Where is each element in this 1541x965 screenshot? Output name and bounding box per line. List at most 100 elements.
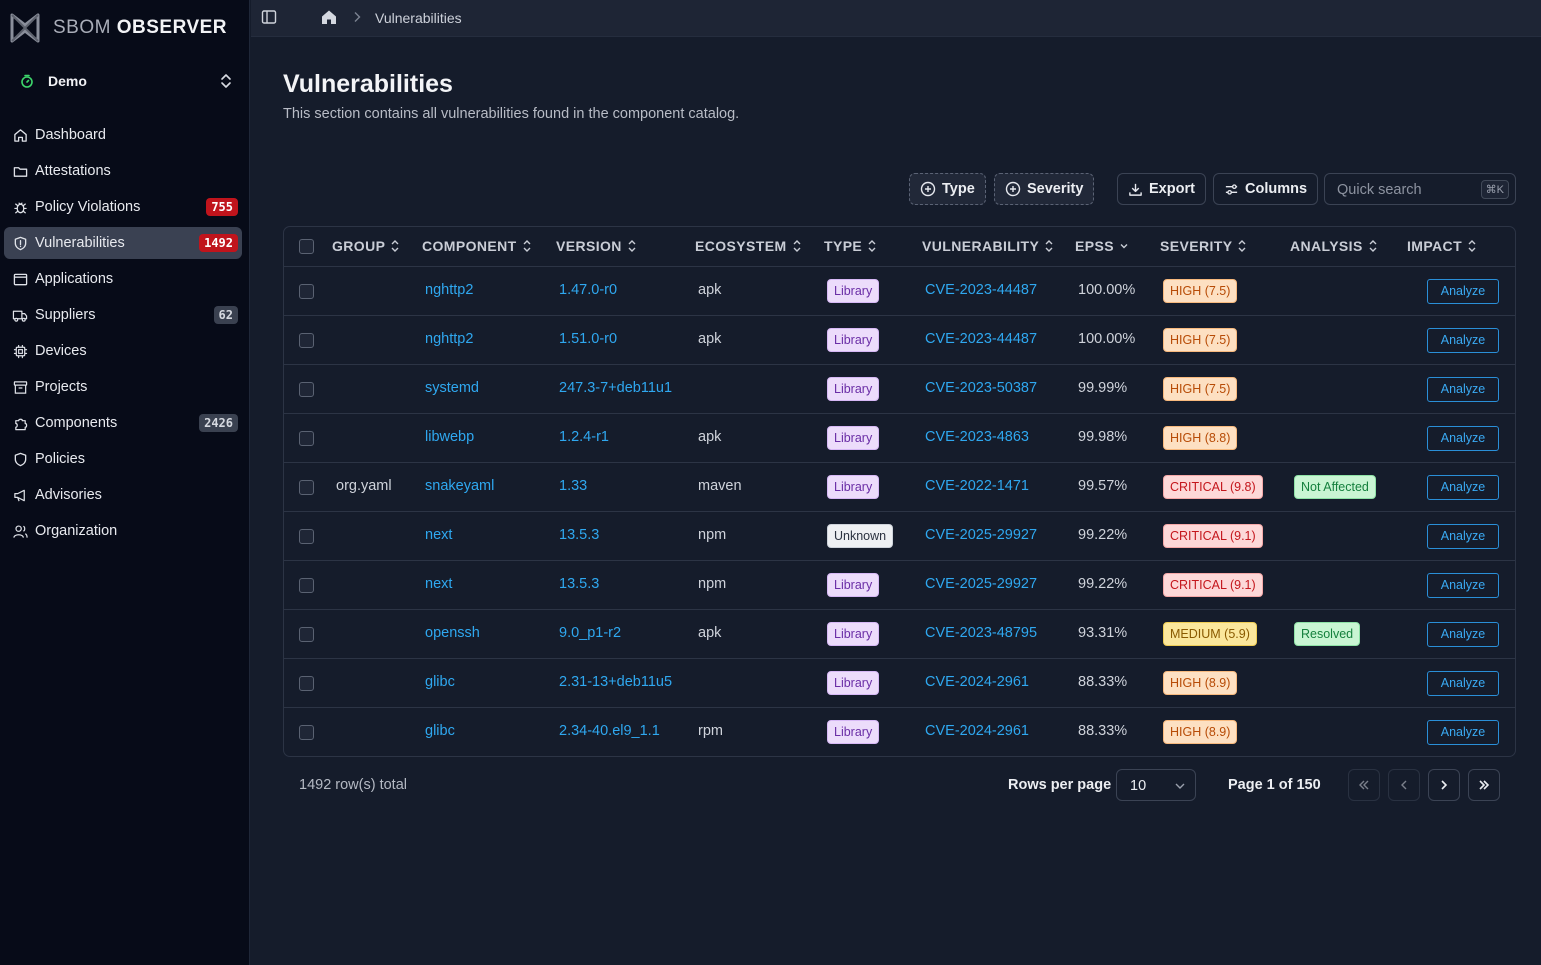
cell-vulnerability-link[interactable]: CVE-2025-29927: [925, 527, 1037, 543]
sidebar-item-components[interactable]: Components 2426: [4, 407, 242, 439]
export-button[interactable]: Export: [1117, 173, 1206, 205]
puzzle-icon: [12, 415, 28, 431]
row-select-checkbox[interactable]: [299, 627, 314, 642]
cell-vulnerability-link[interactable]: CVE-2023-44487: [925, 282, 1037, 298]
cell-vulnerability-link[interactable]: CVE-2023-50387: [925, 380, 1037, 396]
type-badge: Library: [827, 328, 880, 352]
row-select-checkbox[interactable]: [299, 382, 314, 397]
row-select-checkbox[interactable]: [299, 676, 314, 691]
cell-component-link[interactable]: glibc: [425, 674, 455, 690]
suppliers-count-badge: 62: [213, 306, 238, 324]
components-count-badge: 2426: [199, 414, 238, 432]
column-header-component[interactable]: COMPONENT: [422, 238, 532, 254]
type-badge: Library: [827, 279, 880, 303]
sidebar-item-vulnerabilities[interactable]: Vulnerabilities 1492: [4, 227, 242, 259]
cell-version-link[interactable]: 9.0_p1-r2: [559, 625, 621, 641]
cell-version-link[interactable]: 13.5.3: [559, 576, 599, 592]
type-filter-button[interactable]: Type: [909, 173, 986, 205]
analyze-button[interactable]: Analyze: [1427, 622, 1499, 647]
last-page-button[interactable]: [1468, 769, 1500, 801]
sort-icon: [1369, 240, 1377, 252]
column-header-analysis[interactable]: ANALYSIS: [1290, 238, 1378, 254]
cell-version-link[interactable]: 1.2.4-r1: [559, 429, 609, 445]
next-page-button[interactable]: [1428, 769, 1460, 801]
analyze-button[interactable]: Analyze: [1427, 426, 1499, 451]
sort-icon: [1468, 240, 1476, 252]
row-select-checkbox[interactable]: [299, 284, 314, 299]
severity-filter-button[interactable]: Severity: [994, 173, 1095, 205]
cell-version-link[interactable]: 247.3-7+deb11u1: [559, 380, 672, 396]
sidebar-item-dashboard[interactable]: Dashboard: [4, 119, 242, 151]
cell-vulnerability-link[interactable]: CVE-2025-29927: [925, 576, 1037, 592]
sidebar-item-policies[interactable]: Policies: [4, 443, 242, 475]
analyze-button[interactable]: Analyze: [1427, 328, 1499, 353]
cell-vulnerability-link[interactable]: CVE-2022-1471: [925, 478, 1029, 494]
quick-search-input[interactable]: Quick search ⌘K: [1324, 173, 1516, 205]
sidebar-item-label: Attestations: [35, 163, 111, 179]
analyze-button[interactable]: Analyze: [1427, 720, 1499, 745]
column-header-version[interactable]: VERSION: [556, 238, 637, 254]
cell-vulnerability-link[interactable]: CVE-2023-44487: [925, 331, 1037, 347]
cell-component-link[interactable]: systemd: [425, 380, 479, 396]
sidebar-item-devices[interactable]: Devices: [4, 335, 242, 367]
sidebar-item-suppliers[interactable]: Suppliers 62: [4, 299, 242, 331]
row-select-checkbox[interactable]: [299, 578, 314, 593]
cell-ecosystem: maven: [698, 478, 742, 494]
cell-vulnerability-link[interactable]: CVE-2024-2961: [925, 723, 1029, 739]
rows-per-page-value: 10: [1130, 778, 1147, 794]
table-row: next 13.5.3 npm Library CVE-2025-29927 99.22%…: [284, 561, 1515, 610]
analyze-button[interactable]: Analyze: [1427, 524, 1499, 549]
cell-version-link[interactable]: 13.5.3: [559, 527, 599, 543]
cell-version-link[interactable]: 1.47.0-r0: [559, 282, 617, 298]
cell-vulnerability-link[interactable]: CVE-2024-2961: [925, 674, 1029, 690]
rows-per-page-select[interactable]: 10: [1116, 769, 1196, 801]
org-switcher[interactable]: Demo: [10, 62, 240, 100]
column-header-epss[interactable]: EPSS: [1075, 238, 1129, 254]
logo[interactable]: SBOM OBSERVER: [10, 12, 227, 44]
cell-component-link[interactable]: next: [425, 576, 452, 592]
sidebar-item-advisories[interactable]: Advisories: [4, 479, 242, 511]
row-select-checkbox[interactable]: [299, 333, 314, 348]
row-select-checkbox[interactable]: [299, 431, 314, 446]
cell-version-link[interactable]: 1.51.0-r0: [559, 331, 617, 347]
analyze-button[interactable]: Analyze: [1427, 377, 1499, 402]
cell-vulnerability-link[interactable]: CVE-2023-48795: [925, 625, 1037, 641]
cell-version-link[interactable]: 2.34-40.el9_1.1: [559, 723, 660, 739]
previous-page-button[interactable]: [1388, 769, 1420, 801]
row-select-checkbox[interactable]: [299, 725, 314, 740]
column-header-impact[interactable]: IMPACT: [1407, 238, 1477, 254]
cell-component-link[interactable]: openssh: [425, 625, 480, 641]
row-select-checkbox[interactable]: [299, 529, 314, 544]
row-select-checkbox[interactable]: [299, 480, 314, 495]
analyze-button[interactable]: Analyze: [1427, 475, 1499, 500]
cell-version-link[interactable]: 1.33: [559, 478, 587, 494]
sort-icon: [793, 240, 801, 252]
cell-component-link[interactable]: nghttp2: [425, 282, 473, 298]
analyze-button[interactable]: Analyze: [1427, 279, 1499, 304]
column-header-vulnerability[interactable]: VULNERABILITY: [922, 238, 1054, 254]
cell-version-link[interactable]: 2.31-13+deb11u5: [559, 674, 672, 690]
column-header-group[interactable]: GROUP: [332, 238, 400, 254]
cell-component-link[interactable]: nghttp2: [425, 331, 473, 347]
columns-button[interactable]: Columns: [1213, 173, 1319, 205]
column-header-ecosystem[interactable]: ECOSYSTEM: [695, 238, 802, 254]
sidebar-item-attestations[interactable]: Attestations: [4, 155, 242, 187]
sidebar-item-applications[interactable]: Applications: [4, 263, 242, 295]
cell-vulnerability-link[interactable]: CVE-2023-4863: [925, 429, 1029, 445]
analyze-button[interactable]: Analyze: [1427, 671, 1499, 696]
cell-component-link[interactable]: libwebp: [425, 429, 474, 445]
column-header-severity[interactable]: SEVERITY: [1160, 238, 1247, 254]
select-all-checkbox[interactable]: [299, 239, 314, 254]
first-page-button[interactable]: [1348, 769, 1380, 801]
sidebar-item-projects[interactable]: Projects: [4, 371, 242, 403]
analyze-button[interactable]: Analyze: [1427, 573, 1499, 598]
column-header-type[interactable]: TYPE: [824, 238, 877, 254]
sidebar-toggle-icon[interactable]: [261, 9, 277, 25]
cell-component-link[interactable]: snakeyaml: [425, 478, 494, 494]
cell-epss: 99.22%: [1078, 527, 1128, 543]
cell-component-link[interactable]: next: [425, 527, 452, 543]
sidebar-item-policy-violations[interactable]: Policy Violations 755: [4, 191, 242, 223]
cell-component-link[interactable]: glibc: [425, 723, 455, 739]
breadcrumb-home-icon[interactable]: [320, 8, 338, 26]
sidebar-item-organization[interactable]: Organization: [4, 515, 242, 547]
